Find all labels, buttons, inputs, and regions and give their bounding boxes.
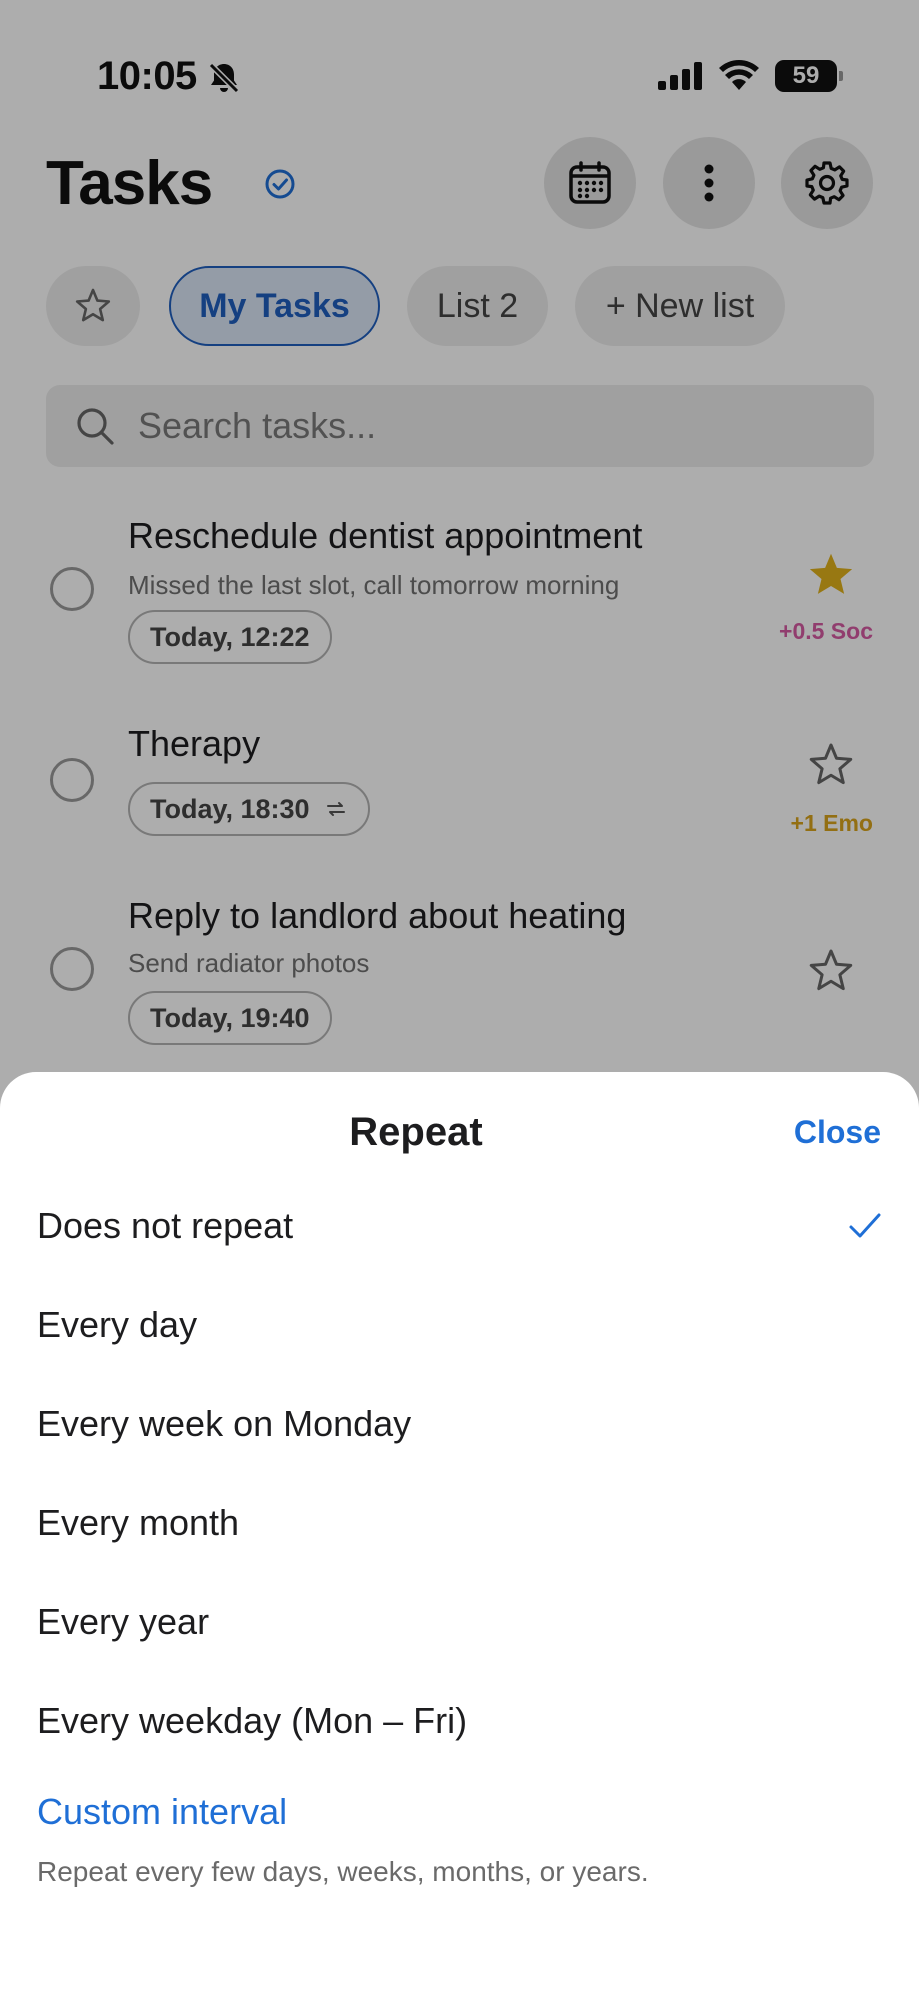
option-label: Every day: [37, 1304, 198, 1345]
close-button[interactable]: Close: [794, 1114, 881, 1151]
repeat-option-none[interactable]: Does not repeat: [37, 1181, 882, 1271]
checkmark-icon: [849, 1213, 881, 1238]
tasks-screen: 10:05 59 Tasks My Tasks List 2 + New lis…: [0, 0, 919, 1998]
repeat-option-daily[interactable]: Every day: [37, 1280, 882, 1370]
custom-interval-link[interactable]: Custom interval: [37, 1791, 287, 1833]
option-label: Does not repeat: [37, 1205, 294, 1246]
custom-interval-description: Repeat every few days, weeks, months, or…: [37, 1856, 649, 1887]
option-label: Every weekday (Mon – Fri): [37, 1700, 468, 1741]
option-label: Every month: [37, 1502, 240, 1543]
repeat-option-weekdays[interactable]: Every weekday (Mon – Fri): [37, 1676, 882, 1766]
repeat-option-yearly[interactable]: Every year: [37, 1577, 882, 1667]
repeat-option-monthly[interactable]: Every month: [37, 1478, 882, 1568]
repeat-option-weekly[interactable]: Every week on Monday: [37, 1379, 882, 1469]
option-label: Every week on Monday: [37, 1403, 412, 1444]
repeat-sheet: Repeat Close Does not repeat Every day E…: [0, 1072, 919, 1998]
option-label: Every year: [37, 1601, 210, 1642]
sheet-title: Repeat: [349, 1110, 483, 1154]
